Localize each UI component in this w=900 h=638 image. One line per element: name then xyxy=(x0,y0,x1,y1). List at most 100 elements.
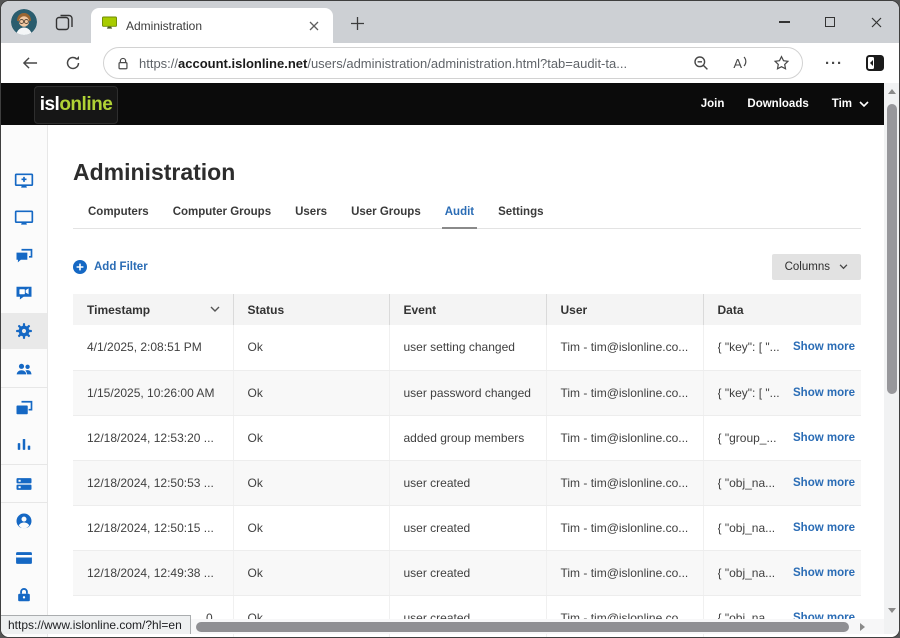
workspaces-icon[interactable] xyxy=(55,13,74,32)
modules-icon xyxy=(14,474,34,494)
show-more-link[interactable]: Show more xyxy=(793,522,855,534)
tab-user-groups[interactable]: User Groups xyxy=(348,206,424,228)
favorites-star-icon[interactable] xyxy=(773,55,790,71)
back-button[interactable] xyxy=(22,54,38,72)
logo-online: online xyxy=(59,94,112,116)
credit-card-icon xyxy=(14,548,34,568)
table-row: 12/18/2024, 12:50:15 ... Ok user created… xyxy=(73,505,861,550)
sidebar-item-connect[interactable] xyxy=(1,163,47,199)
nav-link-downloads[interactable]: Downloads xyxy=(747,98,808,110)
event-cell: user setting changed xyxy=(389,325,546,370)
gear-icon xyxy=(14,321,34,341)
islonline-logo[interactable]: islonline xyxy=(34,86,118,124)
data-cell: { "obj_na... Show more xyxy=(703,550,861,595)
event-cell: user created xyxy=(389,550,546,595)
column-header-data[interactable]: Data xyxy=(703,294,861,325)
users-icon xyxy=(14,359,34,379)
scroll-up-arrow-icon[interactable] xyxy=(888,89,896,94)
url-scheme: https:// xyxy=(139,56,178,71)
show-more-link[interactable]: Show more xyxy=(793,432,855,444)
scroll-down-arrow-icon[interactable] xyxy=(888,608,896,613)
show-more-link[interactable]: Show more xyxy=(793,567,855,579)
plus-icon xyxy=(351,17,364,30)
profile-avatar[interactable] xyxy=(11,9,37,35)
add-filter-button[interactable]: Add Filter xyxy=(73,260,148,274)
minimize-button[interactable] xyxy=(761,1,807,43)
address-bar[interactable]: https://account.islonline.net/users/admi… xyxy=(103,47,803,79)
islonline-favicon-icon xyxy=(101,15,118,36)
browser-tab-administration[interactable]: Administration xyxy=(91,8,333,43)
sidebar-divider xyxy=(1,387,47,388)
data-fragment: { "obj_na... xyxy=(718,566,776,580)
close-icon xyxy=(871,17,882,28)
column-header-status[interactable]: Status xyxy=(233,294,389,325)
monitor-plus-icon xyxy=(14,171,34,191)
data-fragment: { "obj_na... xyxy=(718,476,776,490)
data-cell: { "obj_na... Show more xyxy=(703,505,861,550)
vertical-scrollbar[interactable] xyxy=(884,83,899,619)
event-cell: user created xyxy=(389,460,546,505)
status-cell: Ok xyxy=(233,325,389,370)
timestamp-cell: 12/18/2024, 12:50:53 ... xyxy=(73,460,233,505)
read-aloud-icon[interactable]: A xyxy=(733,56,749,71)
columns-label: Columns xyxy=(785,261,830,273)
table-row: 1/15/2025, 10:26:00 AM Ok user password … xyxy=(73,370,861,415)
arrow-left-icon xyxy=(22,56,38,70)
column-header-timestamp[interactable]: Timestamp xyxy=(73,294,233,325)
account-icon xyxy=(14,511,34,531)
user-menu-label: Tim xyxy=(832,98,852,110)
sidebar-panel-icon[interactable] xyxy=(865,53,885,73)
scrollbar-corner xyxy=(884,619,899,634)
sidebar-divider xyxy=(1,464,47,465)
tab-audit[interactable]: Audit xyxy=(442,206,477,229)
timestamp-cell: 12/18/2024, 12:53:20 ... xyxy=(73,415,233,460)
sidebar-item-billing[interactable] xyxy=(1,540,47,576)
status-cell: Ok xyxy=(233,550,389,595)
user-cell: Tim - tim@islonline.co... xyxy=(546,505,703,550)
sidebar-item-account[interactable] xyxy=(1,503,47,539)
maximize-button[interactable] xyxy=(807,1,853,43)
vertical-scrollbar-thumb[interactable] xyxy=(887,104,897,394)
timestamp-cell: 12/18/2024, 12:50:15 ... xyxy=(73,505,233,550)
tab-close-icon[interactable] xyxy=(305,17,323,35)
user-menu[interactable]: Tim xyxy=(832,98,869,110)
sidebar-item-security[interactable] xyxy=(1,577,47,613)
zoom-out-icon[interactable] xyxy=(693,55,709,71)
show-more-link[interactable]: Show more xyxy=(793,477,855,489)
browser-toolbar: https://account.islonline.net/users/admi… xyxy=(1,43,899,83)
lock-icon[interactable] xyxy=(116,56,130,71)
sidebar-item-reports[interactable] xyxy=(1,426,47,462)
lock-icon xyxy=(14,585,34,605)
sidebar-item-administration[interactable] xyxy=(1,313,47,349)
show-more-link[interactable]: Show more xyxy=(793,387,855,399)
horizontal-scrollbar-thumb[interactable] xyxy=(196,622,849,632)
tab-settings[interactable]: Settings xyxy=(495,206,546,228)
more-menu-icon[interactable]: ··· xyxy=(825,55,843,72)
table-header-row: Timestamp Status Event User Data xyxy=(73,294,861,325)
table-row: 12/18/2024, 12:50:53 ... Ok user created… xyxy=(73,460,861,505)
maximize-icon xyxy=(825,17,835,27)
scroll-right-arrow-icon[interactable] xyxy=(860,623,865,631)
data-fragment: { "obj_na... xyxy=(718,521,776,535)
show-more-link[interactable]: Show more xyxy=(793,341,855,353)
sidebar-item-video-chat[interactable] xyxy=(1,275,47,311)
sidebar-item-computers[interactable] xyxy=(1,200,47,236)
close-button[interactable] xyxy=(853,1,899,43)
refresh-button[interactable] xyxy=(65,54,81,72)
columns-button[interactable]: Columns xyxy=(772,254,861,280)
nav-link-join[interactable]: Join xyxy=(701,98,725,110)
user-cell: Tim - tim@islonline.co... xyxy=(546,325,703,370)
column-header-user[interactable]: User xyxy=(546,294,703,325)
tab-computer-groups[interactable]: Computer Groups xyxy=(170,206,274,228)
column-header-event[interactable]: Event xyxy=(389,294,546,325)
data-cell: { "obj_na... Show more xyxy=(703,460,861,505)
sidebar-item-users[interactable] xyxy=(1,351,47,387)
sidebar-item-sessions[interactable] xyxy=(1,390,47,426)
new-tab-button[interactable] xyxy=(345,11,369,35)
tab-users[interactable]: Users xyxy=(292,206,330,228)
sidebar-item-chat[interactable] xyxy=(1,238,47,274)
tab-computers[interactable]: Computers xyxy=(85,206,152,228)
site-nav-links: Join Downloads Tim xyxy=(701,98,899,110)
sidebar-item-modules[interactable] xyxy=(1,466,47,502)
user-cell: Tim - tim@islonline.co... xyxy=(546,460,703,505)
